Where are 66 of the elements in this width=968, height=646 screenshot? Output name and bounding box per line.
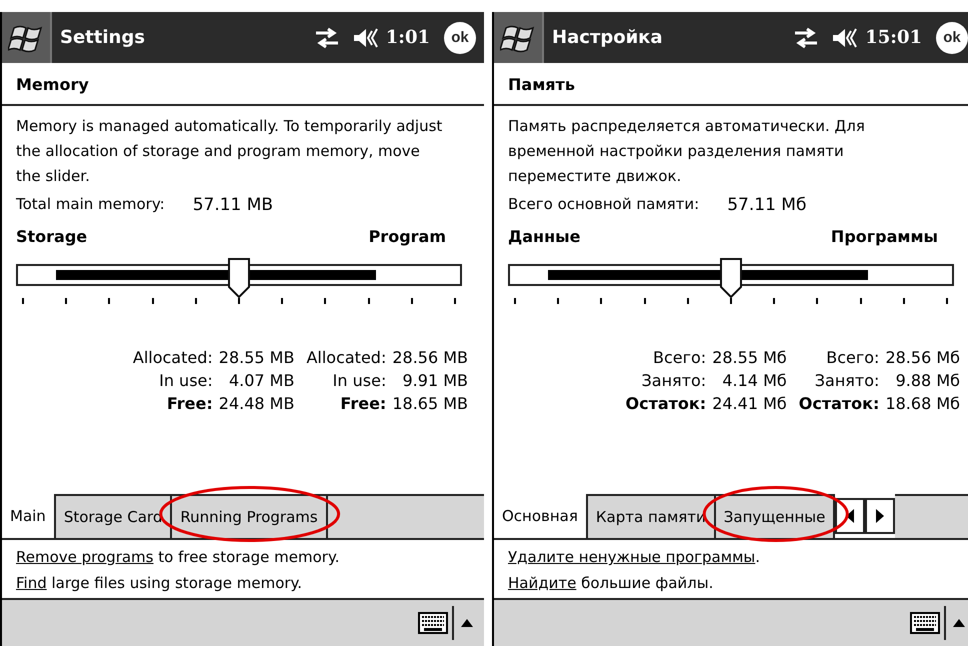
help-text: Найдите большие файлы.	[508, 574, 714, 592]
stat-label: In use:	[158, 371, 213, 390]
total-memory-value: 57.11 MB	[192, 195, 274, 215]
stat-value: 24.48 MB	[218, 394, 294, 413]
up-arrow-icon[interactable]	[460, 618, 474, 628]
stat-value: 4.14 Мб	[721, 371, 787, 390]
keyboard-button[interactable]	[418, 606, 454, 640]
stat-value: 28.56 Мб	[885, 348, 960, 367]
stat-label: Остаток:	[798, 394, 880, 413]
page-heading: Memory	[2, 63, 484, 106]
stat-label: Всего:	[825, 348, 880, 367]
tab[interactable]: Running Programs	[172, 494, 328, 538]
slider-left-label: Данные	[508, 227, 580, 246]
tab[interactable]: Запущенные	[716, 494, 836, 538]
stat-label: Остаток:	[626, 394, 706, 413]
slider-left-label: Storage	[16, 227, 88, 246]
speaker-icon[interactable]	[352, 26, 380, 50]
right-triangle-icon	[875, 508, 886, 524]
slider-thumb[interactable]	[227, 258, 251, 298]
stat-value: 4.07 MB	[228, 371, 294, 390]
description-text: Memory is managed automatically. To temporarily adjust the allocation of storage and program memory, move the slider.	[16, 116, 444, 187]
window-title: Settings	[60, 27, 146, 48]
slider-right-label: Программы	[830, 227, 938, 246]
stat-label: Allocated:	[306, 348, 386, 367]
help-link[interactable]: Remove programs	[16, 548, 154, 566]
ok-button[interactable]: ok	[444, 22, 476, 54]
stat-value: 24.41 Мб	[712, 394, 787, 413]
help-text: Remove programs to free storage memory.	[16, 548, 340, 566]
help-text: Удалите ненужные программы.	[508, 548, 762, 566]
stat-label: Занято:	[640, 371, 706, 390]
slider-thumb[interactable]	[719, 258, 743, 298]
total-memory-value: 57.11 Мб	[727, 195, 806, 215]
help-link[interactable]: Найдите	[508, 574, 576, 592]
ok-button[interactable]: ok	[936, 22, 968, 54]
tab[interactable]: Карта памяти	[588, 494, 716, 538]
stat-value: 28.56 MB	[392, 348, 468, 367]
stat-value: 9.88 Мб	[894, 371, 960, 390]
window-title: Настройка	[552, 27, 664, 48]
total-memory-label: Всего основной памяти:	[508, 195, 700, 215]
start-button[interactable]	[494, 12, 544, 63]
stat-value: 18.65 MB	[392, 394, 468, 413]
stat-label: Free:	[166, 394, 213, 413]
page-heading: Память	[494, 63, 968, 106]
help-text: Find large files using storage memory.	[16, 574, 304, 592]
clock-time[interactable]: 1:01	[386, 27, 430, 48]
left-triangle-icon	[845, 508, 856, 524]
stat-value: 18.68 Мб	[885, 394, 960, 413]
help-link[interactable]: Find	[16, 574, 47, 592]
keyboard-button[interactable]	[910, 606, 946, 640]
stat-label: Allocated:	[132, 348, 213, 367]
stat-value: 28.55 Мб	[712, 348, 787, 367]
stat-value: 28.55 MB	[218, 348, 294, 367]
up-arrow-icon[interactable]	[952, 618, 966, 628]
stat-label: Free:	[339, 394, 386, 413]
help-link[interactable]: Удалите ненужные программы	[508, 548, 756, 566]
speaker-icon[interactable]	[831, 26, 860, 50]
description-text: Память распределяется автоматически. Для временной настройки разделения памяти переместите движок.	[508, 116, 866, 187]
slider-right-label: Program	[368, 227, 446, 246]
clock-time[interactable]: 15:01	[865, 27, 922, 48]
scroll-right-button[interactable]	[865, 498, 896, 534]
stat-label: In use:	[332, 371, 386, 390]
stat-label: Занято:	[814, 371, 880, 390]
start-button[interactable]	[2, 12, 52, 63]
total-memory-label: Total main memory:	[16, 195, 165, 215]
stat-value: 9.91 MB	[402, 371, 468, 390]
stat-label: Всего:	[652, 348, 706, 367]
